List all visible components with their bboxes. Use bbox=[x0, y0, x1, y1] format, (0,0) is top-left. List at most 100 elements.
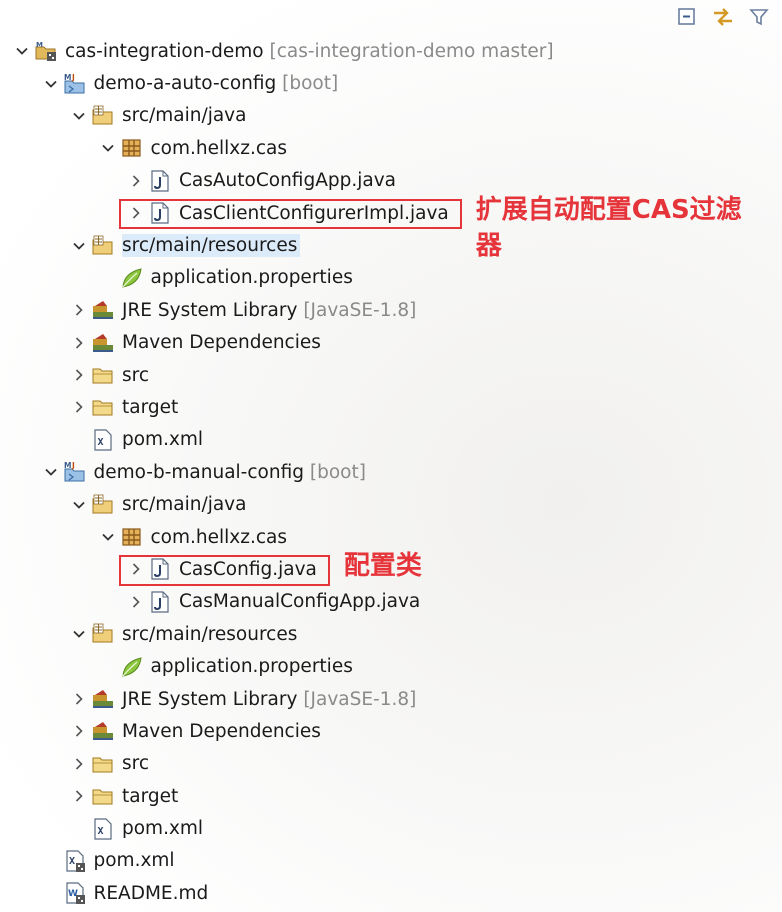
tree-item-text: target bbox=[122, 396, 181, 419]
tree-item-b-mvn[interactable]: Maven Dependencies bbox=[0, 715, 782, 747]
collapse-all-button[interactable] bbox=[674, 4, 700, 30]
link-with-editor-button[interactable] bbox=[710, 4, 736, 30]
tree-item-label: README.md bbox=[93, 882, 209, 904]
tree-item-text: JRE System Library [JavaSE-1.8] bbox=[122, 688, 419, 711]
chevron-right-icon[interactable] bbox=[68, 299, 90, 321]
svg-text:X: X bbox=[98, 437, 104, 448]
tree-item-text: pom.xml bbox=[94, 849, 178, 872]
tree-item-text: src/main/java bbox=[122, 493, 249, 516]
chevron-right-icon[interactable] bbox=[125, 202, 147, 224]
tree-item-b-target[interactable]: target bbox=[0, 780, 782, 812]
tree-item-a-target[interactable]: target bbox=[0, 391, 782, 423]
chevron-right-icon[interactable] bbox=[68, 332, 90, 354]
project-explorer-tree: Mcas-integration-demo [cas-integration-d… bbox=[0, 35, 782, 910]
tree-item-b-src[interactable]: src/main/java bbox=[0, 488, 782, 520]
tree-item-label: JRE System Library bbox=[122, 299, 298, 321]
filter-button[interactable] bbox=[746, 4, 772, 30]
annotation-note: 扩展自动配置CAS过滤器 bbox=[475, 194, 742, 262]
tree-item-a-pkg[interactable]: com.hellxz.cas bbox=[0, 132, 782, 164]
tree-item-label: pom.xml bbox=[122, 429, 204, 451]
tree-item-b-jre[interactable]: JRE System Library [JavaSE-1.8] bbox=[0, 683, 782, 715]
tree-item-label: src bbox=[122, 364, 150, 386]
tree-item-decoration: [JavaSE-1.8] bbox=[303, 299, 417, 321]
source-folder-icon bbox=[90, 103, 116, 129]
chevron-down-icon[interactable] bbox=[97, 137, 119, 159]
tree-item-text: src/main/java bbox=[122, 104, 249, 127]
chevron-right-icon[interactable] bbox=[68, 720, 90, 742]
tree-item-text: src/main/resources bbox=[122, 623, 300, 646]
chevron-right-icon[interactable] bbox=[68, 785, 90, 807]
tree-item-text: src/main/resources bbox=[122, 234, 301, 258]
tree-item-label: com.hellxz.cas bbox=[150, 526, 287, 548]
tree-item-root[interactable]: Mcas-integration-demo [cas-integration-d… bbox=[0, 35, 782, 67]
tree-item-a-props[interactable]: application.properties bbox=[0, 262, 782, 294]
chevron-right-icon[interactable] bbox=[68, 688, 90, 710]
tree-item-b-res[interactable]: src/main/resources bbox=[0, 618, 782, 650]
tree-item-root-readme[interactable]: W README.md bbox=[0, 877, 782, 909]
tree-item-a-mvn[interactable]: Maven Dependencies bbox=[0, 327, 782, 359]
chevron-down-icon[interactable] bbox=[11, 40, 33, 62]
tree-item-a-jre[interactable]: JRE System Library [JavaSE-1.8] bbox=[0, 294, 782, 326]
tree-item-text: src bbox=[122, 364, 152, 387]
chevron-down-icon[interactable] bbox=[68, 494, 90, 516]
tree-item-decoration: [JavaSE-1.8] bbox=[303, 688, 417, 710]
tree-item-b-props[interactable]: application.properties bbox=[0, 650, 782, 682]
tree-item-a-pom[interactable]: Xpom.xml bbox=[0, 424, 782, 456]
tree-item-label: target bbox=[122, 785, 179, 807]
svg-text:M: M bbox=[64, 73, 71, 82]
tree-item-label: src bbox=[122, 753, 150, 775]
tree-item-label: demo-b-manual-config bbox=[93, 461, 304, 483]
tree-item-b-pom[interactable]: Xpom.xml bbox=[0, 812, 782, 844]
tree-item-label: pom.xml bbox=[93, 850, 175, 872]
tree-item-text: com.hellxz.cas bbox=[151, 137, 290, 160]
tree-item-label: src/main/resources bbox=[122, 235, 298, 257]
tree-item-a[interactable]: M Jdemo-a-auto-config [boot] bbox=[0, 67, 782, 99]
tree-item-text: CasAutoConfigApp.java bbox=[179, 169, 399, 192]
tree-item-text: target bbox=[122, 785, 181, 808]
tree-item-label: src/main/java bbox=[122, 494, 247, 516]
svg-text:X: X bbox=[69, 856, 75, 867]
package-icon bbox=[119, 135, 145, 161]
chevron-down-icon[interactable] bbox=[97, 526, 119, 548]
tree-item-a-src[interactable]: src/main/java bbox=[0, 100, 782, 132]
chevron-right-icon[interactable] bbox=[125, 170, 147, 192]
chevron-down-icon[interactable] bbox=[40, 73, 62, 95]
tree-item-b-srcdir[interactable]: src bbox=[0, 748, 782, 780]
source-folder-icon bbox=[90, 233, 116, 259]
tree-item-label: com.hellxz.cas bbox=[150, 137, 287, 159]
tree-item-text: Maven Dependencies bbox=[122, 331, 324, 354]
chevron-right-icon[interactable] bbox=[68, 364, 90, 386]
maven-project-icon: MJ bbox=[62, 459, 88, 485]
tree-item-a-srcdir[interactable]: src bbox=[0, 359, 782, 391]
tree-item-b[interactable]: M J demo-b-manual-config [boot] bbox=[0, 456, 782, 488]
link-with-editor-icon bbox=[714, 8, 732, 26]
chevron-down-icon[interactable] bbox=[68, 105, 90, 127]
tree-item-text: application.properties bbox=[151, 266, 356, 289]
library-icon bbox=[90, 718, 116, 744]
chevron-down-icon[interactable] bbox=[68, 235, 90, 257]
filter-icon bbox=[749, 9, 769, 26]
svg-text:J: J bbox=[71, 461, 75, 470]
maven-project-icon: MJ bbox=[62, 71, 88, 97]
annotation-note: 配置类 bbox=[343, 551, 422, 582]
tree-item-root-pom[interactable]: Xpom.xml bbox=[0, 845, 782, 877]
chevron-right-icon[interactable] bbox=[125, 558, 147, 580]
tree-item-text: src bbox=[122, 752, 152, 775]
folder-icon bbox=[90, 751, 116, 777]
library-icon bbox=[90, 686, 116, 712]
chevron-right-icon[interactable] bbox=[68, 753, 90, 775]
tree-item-label: CasClientConfigurerImpl.java bbox=[179, 202, 449, 224]
tree-item-text: demo-b-manual-config [boot] bbox=[94, 461, 369, 484]
chevron-right-icon[interactable] bbox=[125, 591, 147, 613]
chevron-down-icon[interactable] bbox=[68, 623, 90, 645]
xml-file-icon: X bbox=[90, 816, 116, 842]
xml-file-git-icon: X bbox=[62, 848, 88, 874]
folder-icon bbox=[90, 783, 116, 809]
tree-item-label: pom.xml bbox=[122, 818, 204, 840]
chevron-down-icon[interactable] bbox=[40, 461, 62, 483]
tree-item-label: Maven Dependencies bbox=[122, 332, 321, 354]
tree-item-b-app[interactable]: CasManualConfigApp.java bbox=[0, 586, 782, 618]
chevron-right-icon[interactable] bbox=[68, 396, 90, 418]
